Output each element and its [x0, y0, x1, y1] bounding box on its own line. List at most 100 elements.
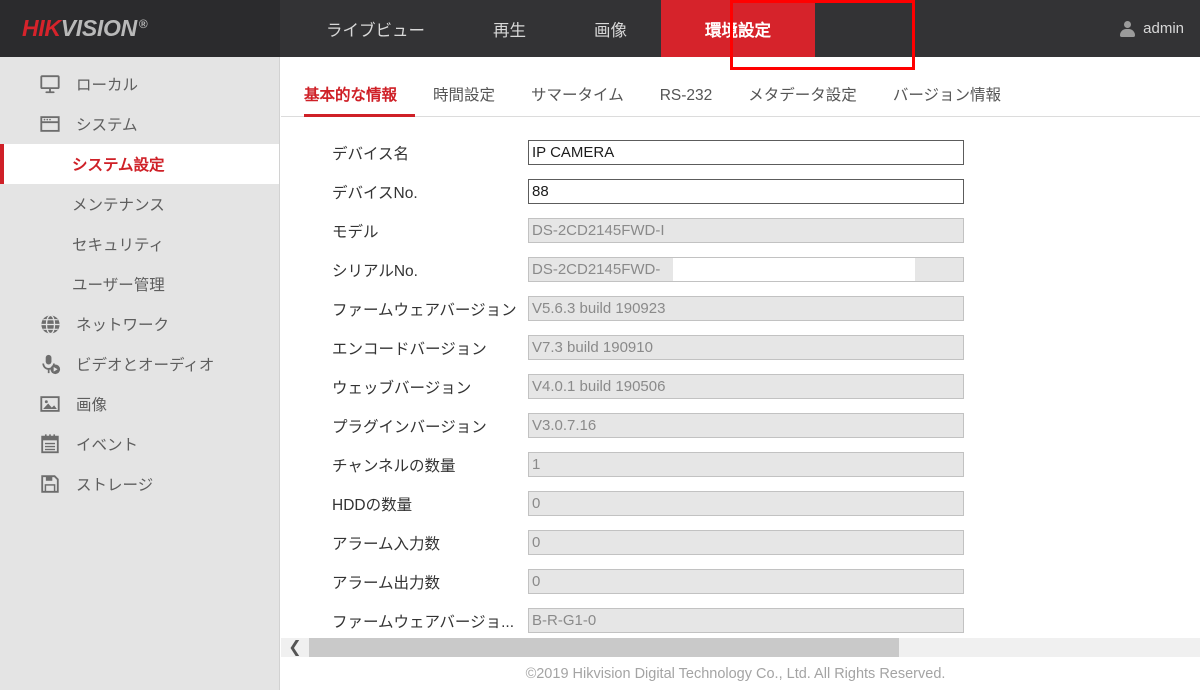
tab-version-information[interactable]: バージョン情報: [875, 83, 1019, 116]
user-menu[interactable]: admin: [1120, 0, 1184, 57]
label-web-version: ウェッブバージョン: [332, 379, 472, 397]
label-alarm-output-count: アラーム出力数: [332, 574, 441, 592]
chevron-left-icon: ❮: [288, 638, 302, 656]
input-web-version: V4.0.1 build 190506: [528, 374, 964, 399]
calendar-icon: [38, 432, 62, 456]
form-row-device-no: デバイスNo. 88: [281, 172, 1200, 211]
picture-icon: [38, 392, 62, 416]
top-header: HIKVISION ® ライブビュー 再生 画像 環境設定 admin: [0, 0, 1200, 57]
horizontal-scrollbar[interactable]: ❮: [281, 638, 1200, 657]
input-encoding-version: V7.3 build 190910: [528, 335, 964, 360]
brand-logo[interactable]: HIKVISION ®: [0, 0, 280, 57]
label-firmware-version: ファームウェアバージョン: [332, 301, 517, 319]
sidebar-item-maintenance[interactable]: メンテナンス: [0, 184, 279, 224]
scrollbar-thumb[interactable]: [309, 638, 899, 657]
logo-hik-text: HIK: [22, 15, 61, 41]
form-row-hdd-count: HDDの数量 0: [281, 484, 1200, 523]
label-plugin-version: プラグインバージョン: [332, 418, 487, 436]
floppy-disk-icon: [38, 472, 62, 496]
form-row-alarm-input-count: アラーム入力数 0: [281, 523, 1200, 562]
form-row-plugin-version: プラグインバージョン V3.0.7.16: [281, 406, 1200, 445]
input-firmware-version-property: B-R-G1-0: [528, 608, 964, 633]
nav-item-live-view[interactable]: ライブビュー: [292, 0, 459, 57]
form-row-device-name: デバイス名 IP CAMERA: [281, 133, 1200, 172]
tab-time-settings[interactable]: 時間設定: [415, 83, 513, 116]
sidebar-item-local[interactable]: ローカル: [0, 64, 279, 104]
sidebar-item-network-label: ネットワーク: [76, 317, 170, 334]
tab-rs232[interactable]: RS-232: [642, 87, 731, 116]
sidebar-item-image-label: 画像: [76, 397, 108, 414]
form-row-firmware-version: ファームウェアバージョン V5.6.3 build 190923: [281, 289, 1200, 328]
main-content: 基本的な情報 時間設定 サマータイム RS-232 メタデータ設定 バージョン情…: [281, 57, 1200, 690]
label-channel-count: チャンネルの数量: [332, 457, 456, 475]
sidebar-item-system-settings-label: システム設定: [72, 157, 165, 174]
serial-no-redaction-overlay: [673, 258, 915, 281]
main-nav: ライブビュー 再生 画像 環境設定: [292, 0, 815, 57]
label-hdd-count: HDDの数量: [332, 496, 413, 514]
label-firmware-version-property: ファームウェアバージョ...: [332, 613, 515, 631]
sidebar-item-storage[interactable]: ストレージ: [0, 464, 279, 504]
monitor-icon: [38, 72, 62, 96]
sidebar-item-video-audio-label: ビデオとオーディオ: [76, 357, 215, 374]
logo-vision-text: VISION: [60, 15, 137, 41]
label-encoding-version: エンコードバージョン: [332, 340, 487, 358]
sidebar-item-system-label: システム: [76, 117, 138, 134]
label-model: モデル: [332, 223, 379, 241]
nav-item-configuration[interactable]: 環境設定: [661, 0, 815, 57]
serial-no-value: DS-2CD2145FWD-: [532, 261, 661, 278]
input-device-name[interactable]: IP CAMERA: [528, 140, 964, 165]
tab-metadata-settings[interactable]: メタデータ設定: [730, 83, 875, 116]
form-row-firmware-version-property: ファームウェアバージョ... B-R-G1-0: [281, 601, 1200, 640]
label-device-name: デバイス名: [332, 145, 410, 163]
scrollbar-track[interactable]: [309, 638, 1200, 657]
sidebar-nav: ローカル システム システム設定 メンテナンス セキュリティ ユーザー管理 ネッ…: [0, 57, 280, 690]
input-firmware-version: V5.6.3 build 190923: [528, 296, 964, 321]
input-hdd-count: 0: [528, 491, 964, 516]
sidebar-item-security-label: セキュリティ: [72, 237, 165, 254]
tab-dst[interactable]: サマータイム: [513, 83, 642, 116]
sidebar-item-user-management-label: ユーザー管理: [72, 277, 165, 294]
sidebar-item-image[interactable]: 画像: [0, 384, 279, 424]
sidebar-collapse-button[interactable]: ❮: [281, 638, 309, 657]
sidebar-item-event[interactable]: イベント: [0, 424, 279, 464]
label-serial-no: シリアルNo.: [332, 262, 418, 280]
registered-trademark-icon: ®: [138, 17, 148, 31]
sidebar-item-video-audio[interactable]: ビデオとオーディオ: [0, 344, 279, 384]
form-row-alarm-output-count: アラーム出力数 0: [281, 562, 1200, 601]
copyright-text: ©2019 Hikvision Digital Technology Co., …: [525, 665, 946, 682]
sidebar-item-network[interactable]: ネットワーク: [0, 304, 279, 344]
sidebar-item-system-settings[interactable]: システム設定: [0, 144, 279, 184]
sidebar-item-system[interactable]: システム: [0, 104, 279, 144]
user-icon: [1120, 20, 1136, 37]
nav-item-picture[interactable]: 画像: [560, 0, 661, 57]
window-icon: [38, 112, 62, 136]
input-serial-no: DS-2CD2145FWD-: [528, 257, 964, 282]
user-name-label: admin: [1143, 20, 1184, 37]
footer: ©2019 Hikvision Digital Technology Co., …: [281, 657, 1200, 690]
sidebar-item-security[interactable]: セキュリティ: [0, 224, 279, 264]
form-row-encoding-version: エンコードバージョン V7.3 build 190910: [281, 328, 1200, 367]
hikvision-web-ui: HIKVISION ® ライブビュー 再生 画像 環境設定 admin ローカル…: [0, 0, 1200, 690]
tab-basic-information[interactable]: 基本的な情報: [304, 83, 416, 117]
input-channel-count: 1: [528, 452, 964, 477]
nav-item-playback[interactable]: 再生: [459, 0, 560, 57]
form-row-web-version: ウェッブバージョン V4.0.1 build 190506: [281, 367, 1200, 406]
input-alarm-input-count: 0: [528, 530, 964, 555]
label-device-no: デバイスNo.: [332, 184, 418, 202]
input-alarm-output-count: 0: [528, 569, 964, 594]
form-row-channel-count: チャンネルの数量 1: [281, 445, 1200, 484]
globe-icon: [38, 312, 62, 336]
logo-text: HIKVISION ®: [22, 15, 148, 41]
sidebar-top-spacer: [0, 57, 279, 64]
input-plugin-version: V3.0.7.16: [528, 413, 964, 438]
label-alarm-input-count: アラーム入力数: [332, 535, 441, 553]
input-device-no[interactable]: 88: [528, 179, 964, 204]
sidebar-item-local-label: ローカル: [76, 77, 139, 94]
input-model: DS-2CD2145FWD-I: [528, 218, 964, 243]
form-row-model: モデル DS-2CD2145FWD-I: [281, 211, 1200, 250]
sidebar-item-user-management[interactable]: ユーザー管理: [0, 264, 279, 304]
sidebar-item-maintenance-label: メンテナンス: [72, 197, 165, 214]
sidebar-item-event-label: イベント: [76, 437, 139, 454]
tab-bar: 基本的な情報 時間設定 サマータイム RS-232 メタデータ設定 バージョン情…: [281, 75, 1200, 117]
basic-information-form: デバイス名 IP CAMERA デバイスNo. 88 モデル DS-2CD214…: [281, 123, 1200, 683]
